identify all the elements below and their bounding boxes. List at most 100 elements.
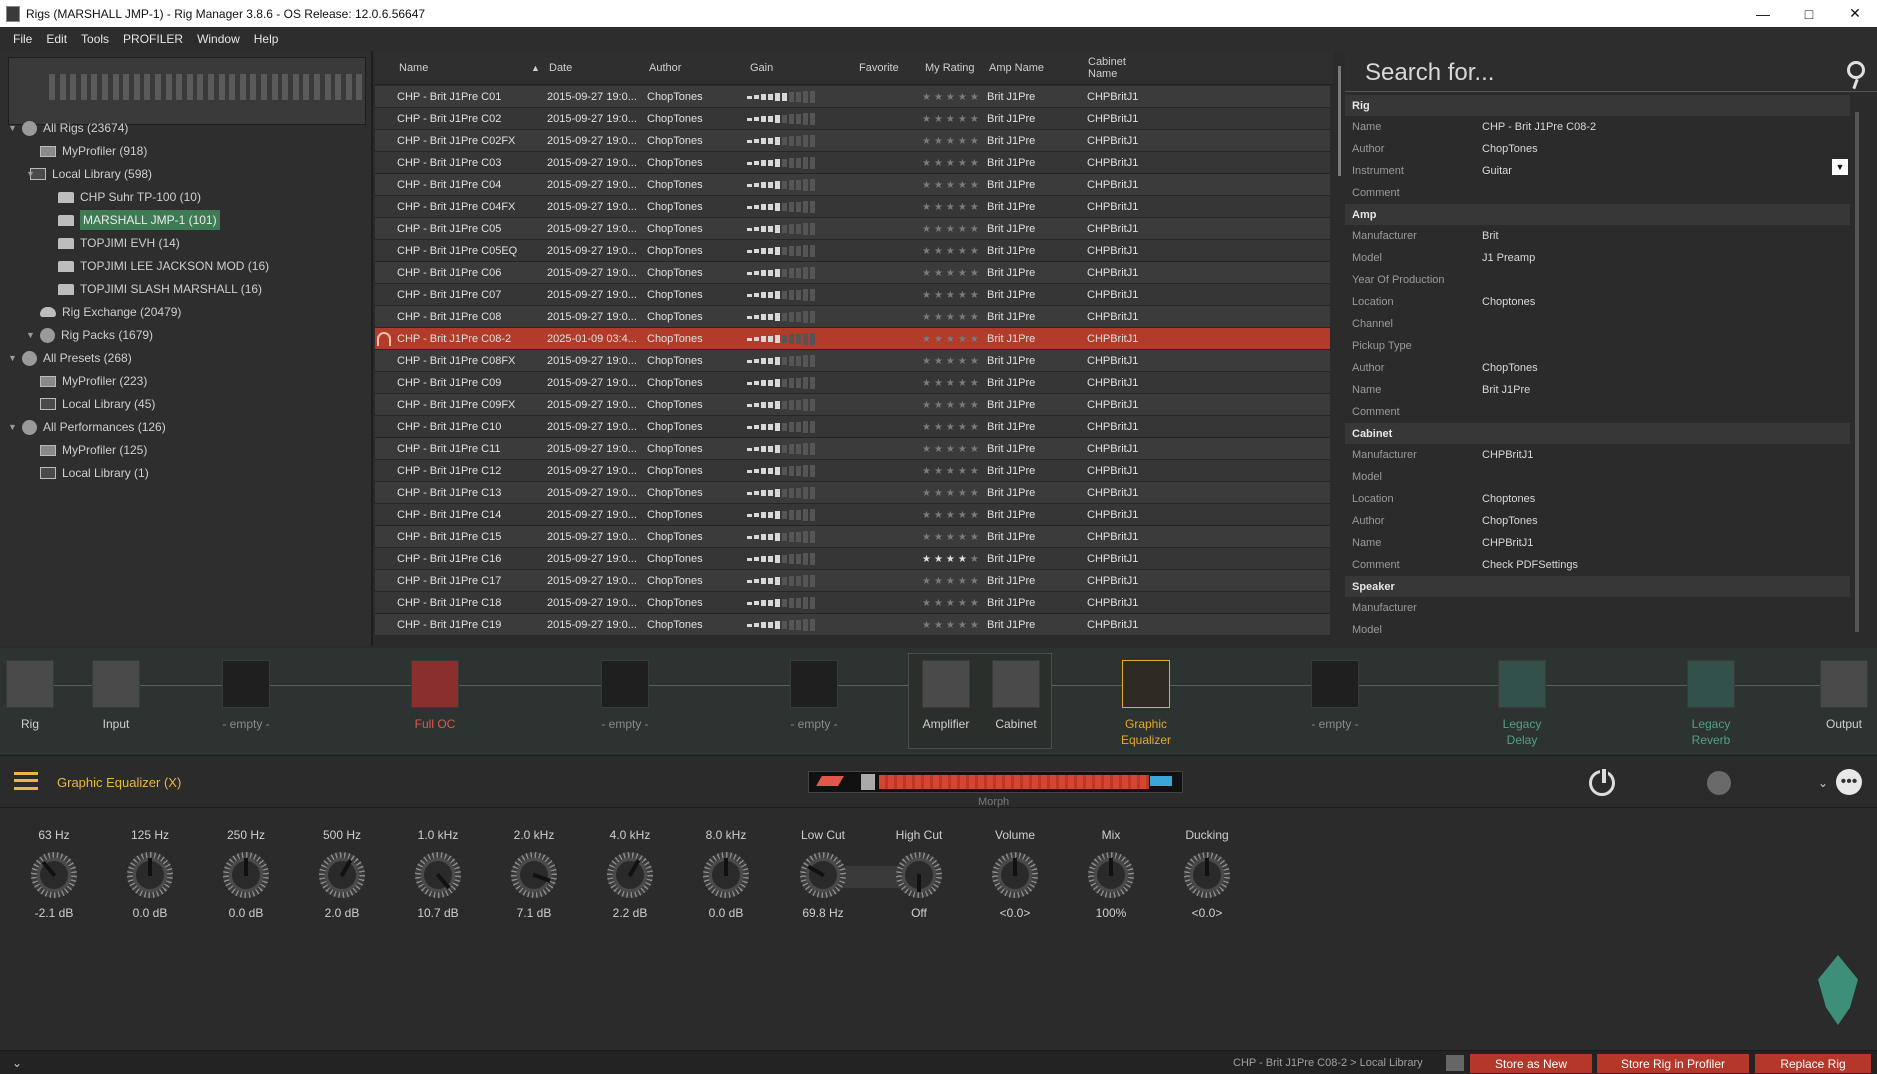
col-rating[interactable]: My Rating [925,51,975,85]
output-arrow-icon[interactable] [1820,660,1868,708]
chain-block[interactable]: Amplifier [916,660,976,732]
col-date[interactable]: Date [549,51,639,85]
morph-slider[interactable] [808,771,1183,793]
menu-tools[interactable]: Tools [74,32,116,46]
menu-help[interactable]: Help [247,32,286,46]
knob-volume[interactable]: Volume <0.0> [975,828,1055,920]
tree-node[interactable]: MyProfiler (125) [40,440,147,460]
property-row[interactable]: Channel [1345,313,1850,335]
search-icon[interactable] [1847,61,1865,79]
rating-stars[interactable]: ★★★★★ [922,284,982,306]
table-row[interactable]: CHP - Brit J1Pre C06 2015-09-27 19:0... Ch… [375,262,1330,284]
mini-key[interactable] [271,74,278,100]
mini-key[interactable] [59,74,66,100]
rating-stars[interactable]: ★★★★★ [922,306,982,328]
rating-stars[interactable]: ★★★★★ [922,152,982,174]
property-row[interactable]: Name Brit J1Pre [1345,379,1850,401]
more-options-icon[interactable]: ••• [1836,769,1862,795]
tree-node[interactable]: CHP Suhr TP-100 (10) [58,187,201,207]
knob-dial[interactable] [703,852,749,898]
col-gain[interactable]: Gain [750,51,850,85]
mini-key[interactable] [261,74,267,100]
table-row[interactable]: CHP - Brit J1Pre C16 2015-09-27 19:0... Ch… [375,548,1330,570]
rating-stars[interactable]: ★★★★★ [922,86,982,108]
tree-node[interactable]: MARSHALL JMP-1 (101) [58,210,220,230]
tree-node[interactable]: Rig Exchange (20479) [40,302,181,322]
replace-rig-button[interactable]: Replace Rig [1755,1054,1871,1073]
empty-slot-icon[interactable] [601,660,649,708]
table-row[interactable]: CHP - Brit J1Pre C17 2015-09-27 19:0... Ch… [375,570,1330,592]
property-value[interactable]: ChopTones [1482,362,1538,374]
table-row[interactable]: CHP - Brit J1Pre C09FX 2015-09-27 19:0...… [375,394,1330,416]
knob-4-0-khz[interactable]: 4.0 kHz 2.2 dB [590,828,670,920]
rating-stars[interactable]: ★★★★★ [922,504,982,526]
menu-list-icon[interactable] [14,772,38,790]
empty-slot-icon[interactable] [790,660,838,708]
close-button[interactable]: ✕ [1832,0,1877,27]
chain-block[interactable]: - empty - [784,660,844,732]
table-row[interactable]: CHP - Brit J1Pre C08 2015-09-27 19:0... Ch… [375,306,1330,328]
knob-2-0-khz[interactable]: 2.0 kHz 7.1 dB [494,828,574,920]
lock-icon[interactable] [1707,771,1731,795]
knob-dial[interactable] [1088,852,1134,898]
home-icon[interactable] [1446,1055,1464,1071]
table-row[interactable]: CHP - Brit J1Pre C09 2015-09-27 19:0... Ch… [375,372,1330,394]
col-cabinet[interactable]: Cabinet Name [1088,51,1158,85]
expand-arrow-icon[interactable]: ▼ [26,169,35,179]
mini-key[interactable] [123,74,130,100]
property-value[interactable]: ChopTones [1482,515,1538,527]
knob-ducking[interactable]: Ducking <0.0> [1167,828,1247,920]
power-icon[interactable] [1589,767,1615,796]
property-row[interactable]: Author ChopTones [1345,510,1850,532]
property-value[interactable]: J1 Preamp [1482,252,1535,264]
knob-63-hz[interactable]: 63 Hz -2.1 dB [14,828,94,920]
chevron-down-icon[interactable]: ⌄ [1818,776,1828,790]
property-row[interactable]: Location Choptones [1345,291,1850,313]
rating-stars[interactable]: ★★★★★ [922,548,982,570]
input-arrow-icon[interactable] [92,660,140,708]
property-row[interactable]: Comment [1345,182,1850,204]
property-row[interactable]: Location Choptones [1345,488,1850,510]
mini-key[interactable] [49,74,55,100]
tree-node[interactable]: Rig Packs (1679) [40,325,153,345]
property-row[interactable]: Comment Check PDFSettings [1345,554,1850,576]
tree-node[interactable]: TOPJIMI LEE JACKSON MOD (16) [58,256,269,276]
property-row[interactable]: Manufacturer [1345,597,1850,619]
tree-node[interactable]: Local Library (1) [40,463,149,483]
mini-key[interactable] [303,74,310,100]
menu-edit[interactable]: Edit [39,32,74,46]
knob-dial[interactable] [1184,852,1230,898]
mini-key[interactable] [176,74,183,100]
knob-dial[interactable] [504,845,564,905]
property-row[interactable]: Model [1345,466,1850,488]
table-row[interactable]: CHP - Brit J1Pre C18 2015-09-27 19:0... Ch… [375,592,1330,614]
property-value[interactable]: CHP - Brit J1Pre C08-2 [1482,121,1596,133]
knob-dial[interactable] [992,852,1038,898]
instrument-dropdown[interactable]: ▼ [1832,159,1848,175]
tree-node[interactable]: All Presets (268) [22,348,132,368]
rating-stars[interactable]: ★★★★★ [922,372,982,394]
mini-key[interactable] [133,74,140,100]
mini-key[interactable] [324,74,331,100]
rating-stars[interactable]: ★★★★★ [922,482,982,504]
mini-key[interactable] [197,74,204,100]
chevron-down-icon[interactable]: ⌄ [12,1056,22,1070]
table-row[interactable]: CHP - Brit J1Pre C14 2015-09-27 19:0... Ch… [375,504,1330,526]
mini-key[interactable] [345,74,352,100]
table-row[interactable]: CHP - Brit J1Pre C08FX 2015-09-27 19:0...… [375,350,1330,372]
minimize-button[interactable]: — [1740,0,1786,27]
search-placeholder[interactable]: Search for... [1365,59,1494,87]
rating-stars[interactable]: ★★★★★ [922,592,982,614]
knob-125-hz[interactable]: 125 Hz 0.0 dB [110,828,190,920]
table-row[interactable]: CHP - Brit J1Pre C02FX 2015-09-27 19:0...… [375,130,1330,152]
knob-dial[interactable] [896,852,942,898]
store-as-new-button[interactable]: Store as New [1470,1054,1592,1073]
property-value[interactable]: ChopTones [1482,143,1538,155]
knob-dial[interactable] [598,843,662,907]
expand-arrow-icon[interactable]: ▼ [8,123,17,133]
tree-node[interactable]: All Rigs (23674) [22,118,128,138]
menu-profiler[interactable]: PROFILER [116,32,190,46]
chain-block[interactable]: Cabinet [986,660,1046,732]
table-row[interactable]: CHP - Brit J1Pre C05EQ 2015-09-27 19:0...… [375,240,1330,262]
reverb-icon[interactable] [1687,660,1735,708]
